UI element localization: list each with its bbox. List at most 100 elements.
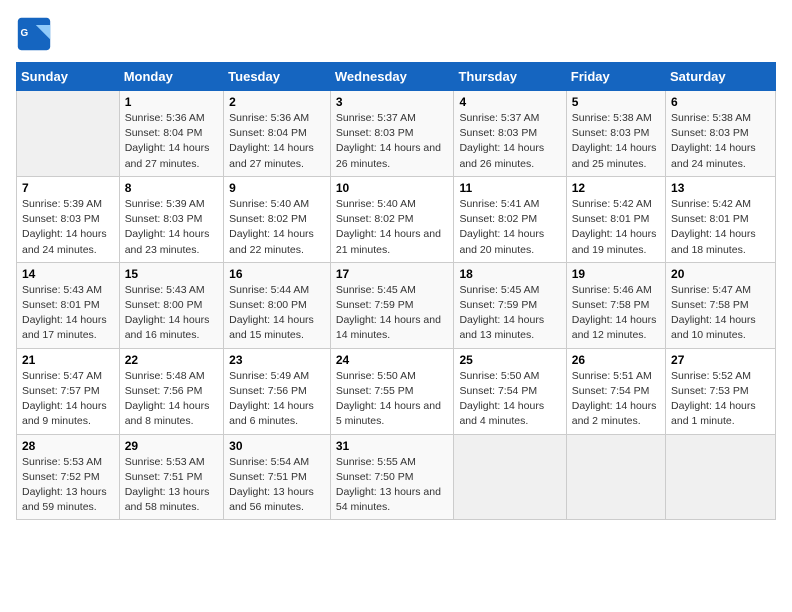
day-number: 31 bbox=[336, 439, 449, 453]
day-info: Sunrise: 5:41 AM Sunset: 8:02 PM Dayligh… bbox=[459, 197, 560, 258]
calendar-cell: 12 Sunrise: 5:42 AM Sunset: 8:01 PM Dayli… bbox=[566, 176, 665, 262]
week-row-4: 21 Sunrise: 5:47 AM Sunset: 7:57 PM Dayli… bbox=[17, 348, 776, 434]
calendar-cell: 21 Sunrise: 5:47 AM Sunset: 7:57 PM Dayli… bbox=[17, 348, 120, 434]
day-number: 18 bbox=[459, 267, 560, 281]
day-number: 27 bbox=[671, 353, 770, 367]
day-info: Sunrise: 5:37 AM Sunset: 8:03 PM Dayligh… bbox=[336, 111, 449, 172]
day-number: 17 bbox=[336, 267, 449, 281]
header: G bbox=[16, 16, 776, 52]
day-info: Sunrise: 5:39 AM Sunset: 8:03 PM Dayligh… bbox=[22, 197, 114, 258]
day-number: 25 bbox=[459, 353, 560, 367]
day-number: 22 bbox=[125, 353, 218, 367]
logo-icon: G bbox=[16, 16, 52, 52]
calendar-table: SundayMondayTuesdayWednesdayThursdayFrid… bbox=[16, 62, 776, 520]
day-info: Sunrise: 5:55 AM Sunset: 7:50 PM Dayligh… bbox=[336, 455, 449, 516]
day-number: 5 bbox=[572, 95, 660, 109]
calendar-cell: 8Sunrise: 5:39 AM Sunset: 8:03 PM Daylig… bbox=[119, 176, 223, 262]
day-header-friday: Friday bbox=[566, 63, 665, 91]
calendar-cell: 24 Sunrise: 5:50 AM Sunset: 7:55 PM Dayli… bbox=[330, 348, 454, 434]
day-number: 28 bbox=[22, 439, 114, 453]
day-number: 21 bbox=[22, 353, 114, 367]
day-number: 11 bbox=[459, 181, 560, 195]
day-info: Sunrise: 5:50 AM Sunset: 7:55 PM Dayligh… bbox=[336, 369, 449, 430]
day-info: Sunrise: 5:36 AM Sunset: 8:04 PM Dayligh… bbox=[229, 111, 325, 172]
day-info: Sunrise: 5:42 AM Sunset: 8:01 PM Dayligh… bbox=[572, 197, 660, 258]
day-info: Sunrise: 5:47 AM Sunset: 7:58 PM Dayligh… bbox=[671, 283, 770, 344]
day-number: 26 bbox=[572, 353, 660, 367]
day-info: Sunrise: 5:49 AM Sunset: 7:56 PM Dayligh… bbox=[229, 369, 325, 430]
calendar-cell bbox=[17, 91, 120, 177]
day-info: Sunrise: 5:40 AM Sunset: 8:02 PM Dayligh… bbox=[336, 197, 449, 258]
calendar-cell: 29 Sunrise: 5:53 AM Sunset: 7:51 PM Dayli… bbox=[119, 434, 223, 520]
day-header-tuesday: Tuesday bbox=[224, 63, 331, 91]
day-number: 6 bbox=[671, 95, 770, 109]
day-info: Sunrise: 5:37 AM Sunset: 8:03 PM Dayligh… bbox=[459, 111, 560, 172]
day-info: Sunrise: 5:38 AM Sunset: 8:03 PM Dayligh… bbox=[671, 111, 770, 172]
calendar-cell: 20Sunrise: 5:47 AM Sunset: 7:58 PM Dayli… bbox=[666, 262, 776, 348]
day-number: 9 bbox=[229, 181, 325, 195]
day-number: 29 bbox=[125, 439, 218, 453]
calendar-cell: 28 Sunrise: 5:53 AM Sunset: 7:52 PM Dayli… bbox=[17, 434, 120, 520]
day-number: 3 bbox=[336, 95, 449, 109]
day-number: 24 bbox=[336, 353, 449, 367]
calendar-cell: 7 Sunrise: 5:39 AM Sunset: 8:03 PM Daylig… bbox=[17, 176, 120, 262]
day-number: 10 bbox=[336, 181, 449, 195]
day-number: 30 bbox=[229, 439, 325, 453]
calendar-cell: 10 Sunrise: 5:40 AM Sunset: 8:02 PM Dayli… bbox=[330, 176, 454, 262]
calendar-cell: 31 Sunrise: 5:55 AM Sunset: 7:50 PM Dayli… bbox=[330, 434, 454, 520]
day-number: 16 bbox=[229, 267, 325, 281]
day-number: 1 bbox=[125, 95, 218, 109]
calendar-cell: 19 Sunrise: 5:46 AM Sunset: 7:58 PM Dayli… bbox=[566, 262, 665, 348]
calendar-cell: 1 Sunrise: 5:36 AM Sunset: 8:04 PM Daylig… bbox=[119, 91, 223, 177]
calendar-cell: 16 Sunrise: 5:44 AM Sunset: 8:00 PM Dayli… bbox=[224, 262, 331, 348]
calendar-cell: 3 Sunrise: 5:37 AM Sunset: 8:03 PM Daylig… bbox=[330, 91, 454, 177]
calendar-cell: 30 Sunrise: 5:54 AM Sunset: 7:51 PM Dayli… bbox=[224, 434, 331, 520]
day-number: 4 bbox=[459, 95, 560, 109]
calendar-cell: 11 Sunrise: 5:41 AM Sunset: 8:02 PM Dayli… bbox=[454, 176, 566, 262]
day-info: Sunrise: 5:42 AM Sunset: 8:01 PM Dayligh… bbox=[671, 197, 770, 258]
day-info: Sunrise: 5:45 AM Sunset: 7:59 PM Dayligh… bbox=[336, 283, 449, 344]
day-number: 19 bbox=[572, 267, 660, 281]
calendar-cell: 2Sunrise: 5:36 AM Sunset: 8:04 PM Daylig… bbox=[224, 91, 331, 177]
day-number: 7 bbox=[22, 181, 114, 195]
week-row-2: 7 Sunrise: 5:39 AM Sunset: 8:03 PM Daylig… bbox=[17, 176, 776, 262]
day-info: Sunrise: 5:43 AM Sunset: 8:01 PM Dayligh… bbox=[22, 283, 114, 344]
day-info: Sunrise: 5:46 AM Sunset: 7:58 PM Dayligh… bbox=[572, 283, 660, 344]
day-header-monday: Monday bbox=[119, 63, 223, 91]
calendar-cell: 17 Sunrise: 5:45 AM Sunset: 7:59 PM Dayli… bbox=[330, 262, 454, 348]
calendar-cell: 15 Sunrise: 5:43 AM Sunset: 8:00 PM Dayli… bbox=[119, 262, 223, 348]
day-info: Sunrise: 5:52 AM Sunset: 7:53 PM Dayligh… bbox=[671, 369, 770, 430]
day-header-thursday: Thursday bbox=[454, 63, 566, 91]
day-info: Sunrise: 5:50 AM Sunset: 7:54 PM Dayligh… bbox=[459, 369, 560, 430]
day-number: 15 bbox=[125, 267, 218, 281]
day-number: 14 bbox=[22, 267, 114, 281]
calendar-cell bbox=[666, 434, 776, 520]
calendar-cell bbox=[566, 434, 665, 520]
day-info: Sunrise: 5:53 AM Sunset: 7:52 PM Dayligh… bbox=[22, 455, 114, 516]
day-info: Sunrise: 5:36 AM Sunset: 8:04 PM Dayligh… bbox=[125, 111, 218, 172]
day-info: Sunrise: 5:40 AM Sunset: 8:02 PM Dayligh… bbox=[229, 197, 325, 258]
calendar-cell: 23Sunrise: 5:49 AM Sunset: 7:56 PM Dayli… bbox=[224, 348, 331, 434]
day-info: Sunrise: 5:53 AM Sunset: 7:51 PM Dayligh… bbox=[125, 455, 218, 516]
day-info: Sunrise: 5:48 AM Sunset: 7:56 PM Dayligh… bbox=[125, 369, 218, 430]
day-info: Sunrise: 5:43 AM Sunset: 8:00 PM Dayligh… bbox=[125, 283, 218, 344]
day-info: Sunrise: 5:54 AM Sunset: 7:51 PM Dayligh… bbox=[229, 455, 325, 516]
calendar-cell bbox=[454, 434, 566, 520]
day-info: Sunrise: 5:47 AM Sunset: 7:57 PM Dayligh… bbox=[22, 369, 114, 430]
calendar-cell: 5Sunrise: 5:38 AM Sunset: 8:03 PM Daylig… bbox=[566, 91, 665, 177]
calendar-cell: 27 Sunrise: 5:52 AM Sunset: 7:53 PM Dayli… bbox=[666, 348, 776, 434]
calendar-cell: 18 Sunrise: 5:45 AM Sunset: 7:59 PM Dayli… bbox=[454, 262, 566, 348]
logo: G bbox=[16, 16, 56, 52]
calendar-cell: 13 Sunrise: 5:42 AM Sunset: 8:01 PM Dayli… bbox=[666, 176, 776, 262]
calendar-cell: 26 Sunrise: 5:51 AM Sunset: 7:54 PM Dayli… bbox=[566, 348, 665, 434]
day-info: Sunrise: 5:39 AM Sunset: 8:03 PM Dayligh… bbox=[125, 197, 218, 258]
week-row-5: 28 Sunrise: 5:53 AM Sunset: 7:52 PM Dayli… bbox=[17, 434, 776, 520]
calendar-cell: 14 Sunrise: 5:43 AM Sunset: 8:01 PM Dayli… bbox=[17, 262, 120, 348]
day-info: Sunrise: 5:44 AM Sunset: 8:00 PM Dayligh… bbox=[229, 283, 325, 344]
day-number: 12 bbox=[572, 181, 660, 195]
day-number: 13 bbox=[671, 181, 770, 195]
day-info: Sunrise: 5:51 AM Sunset: 7:54 PM Dayligh… bbox=[572, 369, 660, 430]
day-header-sunday: Sunday bbox=[17, 63, 120, 91]
calendar-cell: 22 Sunrise: 5:48 AM Sunset: 7:56 PM Dayli… bbox=[119, 348, 223, 434]
day-info: Sunrise: 5:45 AM Sunset: 7:59 PM Dayligh… bbox=[459, 283, 560, 344]
